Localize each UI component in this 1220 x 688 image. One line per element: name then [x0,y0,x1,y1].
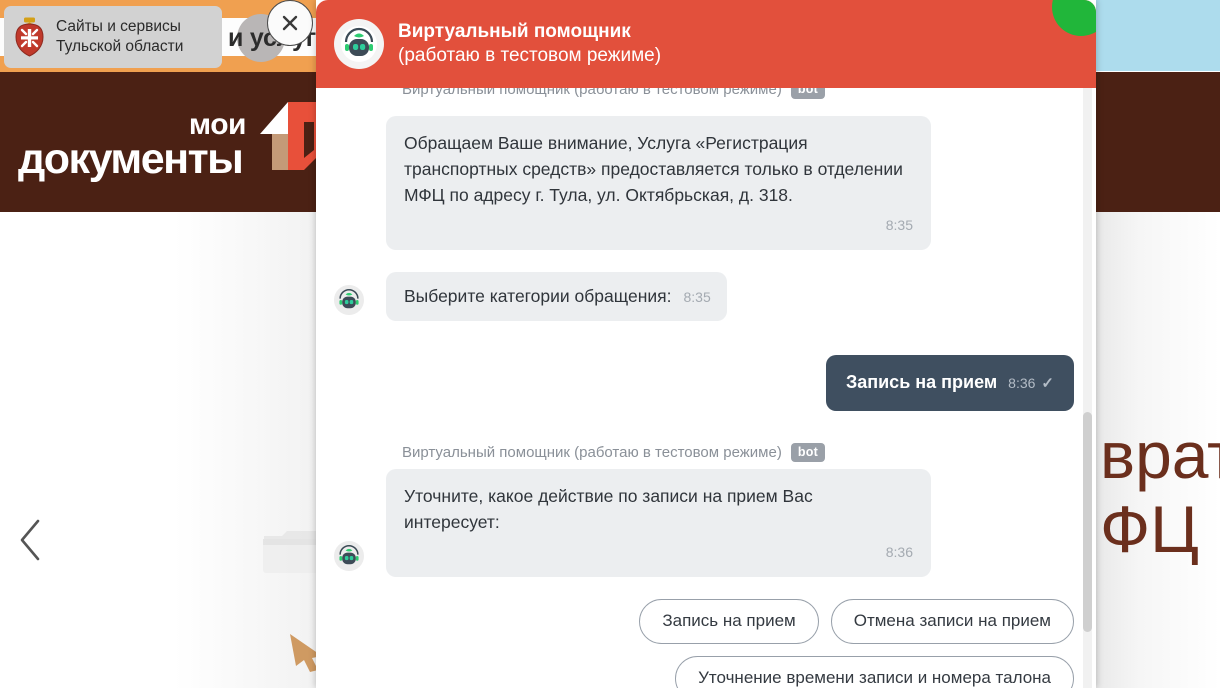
folder-illustration-icon [263,531,324,573]
background-headline-line2: ФЦ [1100,492,1199,566]
chat-title-line2: (работаю в тестовом режиме) [398,45,662,66]
region-badge-line1: Сайты и сервисы [56,18,181,35]
sender-line: Виртуальный помощник (работаю в тестовом… [402,443,1074,462]
robot-assistant-avatar-icon [334,19,384,69]
close-icon[interactable] [267,0,313,46]
message-row-user: Запись на прием 8:36 ✓ [334,355,1074,411]
chat-header: Виртуальный помощник (работаю в тестовом… [316,0,1096,88]
chat-title-line1: Виртуальный помощник [398,21,631,42]
message-text: Запись на прием [845,372,998,392]
message-time: 8:36 [1008,375,1036,391]
message-text: Выберите категории обращения: [404,286,672,306]
message-time: 8:35 [885,217,913,233]
sender-name: Виртуальный помощник (работаю в тестовом… [402,444,782,461]
message-row: Обращаем Ваше внимание, Услуга «Регистра… [334,116,1074,250]
chat-scrollbar-thumb[interactable] [1083,412,1092,632]
robot-glyph [336,543,362,569]
avatar-slot [334,285,386,321]
delivered-check-icon: ✓ [1041,375,1054,392]
bot-tag: bot [790,443,826,462]
region-badge-line2: Тульской области [56,38,184,55]
mydocuments-shield-icon [260,102,322,170]
bot-message-bubble: Выберите категории обращения: 8:35 [386,272,727,321]
message-row: Уточните, какое действие по записи на пр… [334,469,1074,577]
region-badge-text: Сайты и сервисы Тульской области [56,17,183,57]
page-root: и услуг › Сайты и сервисы Тульской облас… [0,0,1220,688]
sender-line-clipped: Виртуальный помощник (работаю в тестовом… [402,88,826,99]
bot-tag: bot [790,88,826,99]
message-time: 8:35 [683,289,711,305]
tula-coat-of-arms-icon [15,17,44,57]
page-left-shading [0,212,316,688]
message-time: 8:36 [885,544,913,560]
close-glyph [282,15,298,31]
background-headline-line1: врат [1100,418,1220,492]
user-message-bubble: Запись на прием 8:36 ✓ [825,355,1074,411]
quick-reply-button[interactable]: Отмена записи на прием [830,599,1074,644]
message-text: Уточните, какое действие по записи на пр… [404,486,813,532]
region-sites-badge[interactable]: Сайты и сервисы Тульской области [4,6,222,68]
chat-message-list[interactable]: Виртуальный помощник (работаю в тестовом… [316,88,1096,688]
logo-dokumenty: документы [18,135,244,183]
robot-glyph [341,26,377,62]
quick-reply-list: Запись на прием Отмена записи на прием У… [334,599,1074,688]
message-row: Выберите категории обращения: 8:35 [334,272,1074,321]
robot-glyph [336,287,362,313]
message-text: Обращаем Ваше внимание, Услуга «Регистра… [404,133,903,205]
quick-reply-button[interactable]: Уточнение времени записи и номера талона [675,656,1074,688]
quick-reply-button[interactable]: Запись на прием [639,599,819,644]
avatar-slot [334,541,386,577]
background-headline: врат ФЦ [1100,418,1220,566]
virtual-assistant-chat-widget: Виртуальный помощник (работаю в тестовом… [316,0,1096,688]
page-blue-band [1096,0,1220,71]
logo-wordmark: мои документы [18,110,247,186]
robot-assistant-avatar-icon [334,541,364,571]
bot-message-bubble: Обращаем Ваше внимание, Услуга «Регистра… [386,116,931,250]
online-status-dot [1052,0,1096,36]
sender-name: Виртуальный помощник (работаю в тестовом… [402,88,782,98]
robot-assistant-avatar-icon [334,285,364,315]
bot-message-bubble: Уточните, какое действие по записи на пр… [386,469,931,577]
chat-header-title: Виртуальный помощник (работаю в тестовом… [398,20,661,68]
mydocuments-logo[interactable]: мои документы [18,100,324,186]
chevron-left-icon[interactable] [18,518,44,562]
